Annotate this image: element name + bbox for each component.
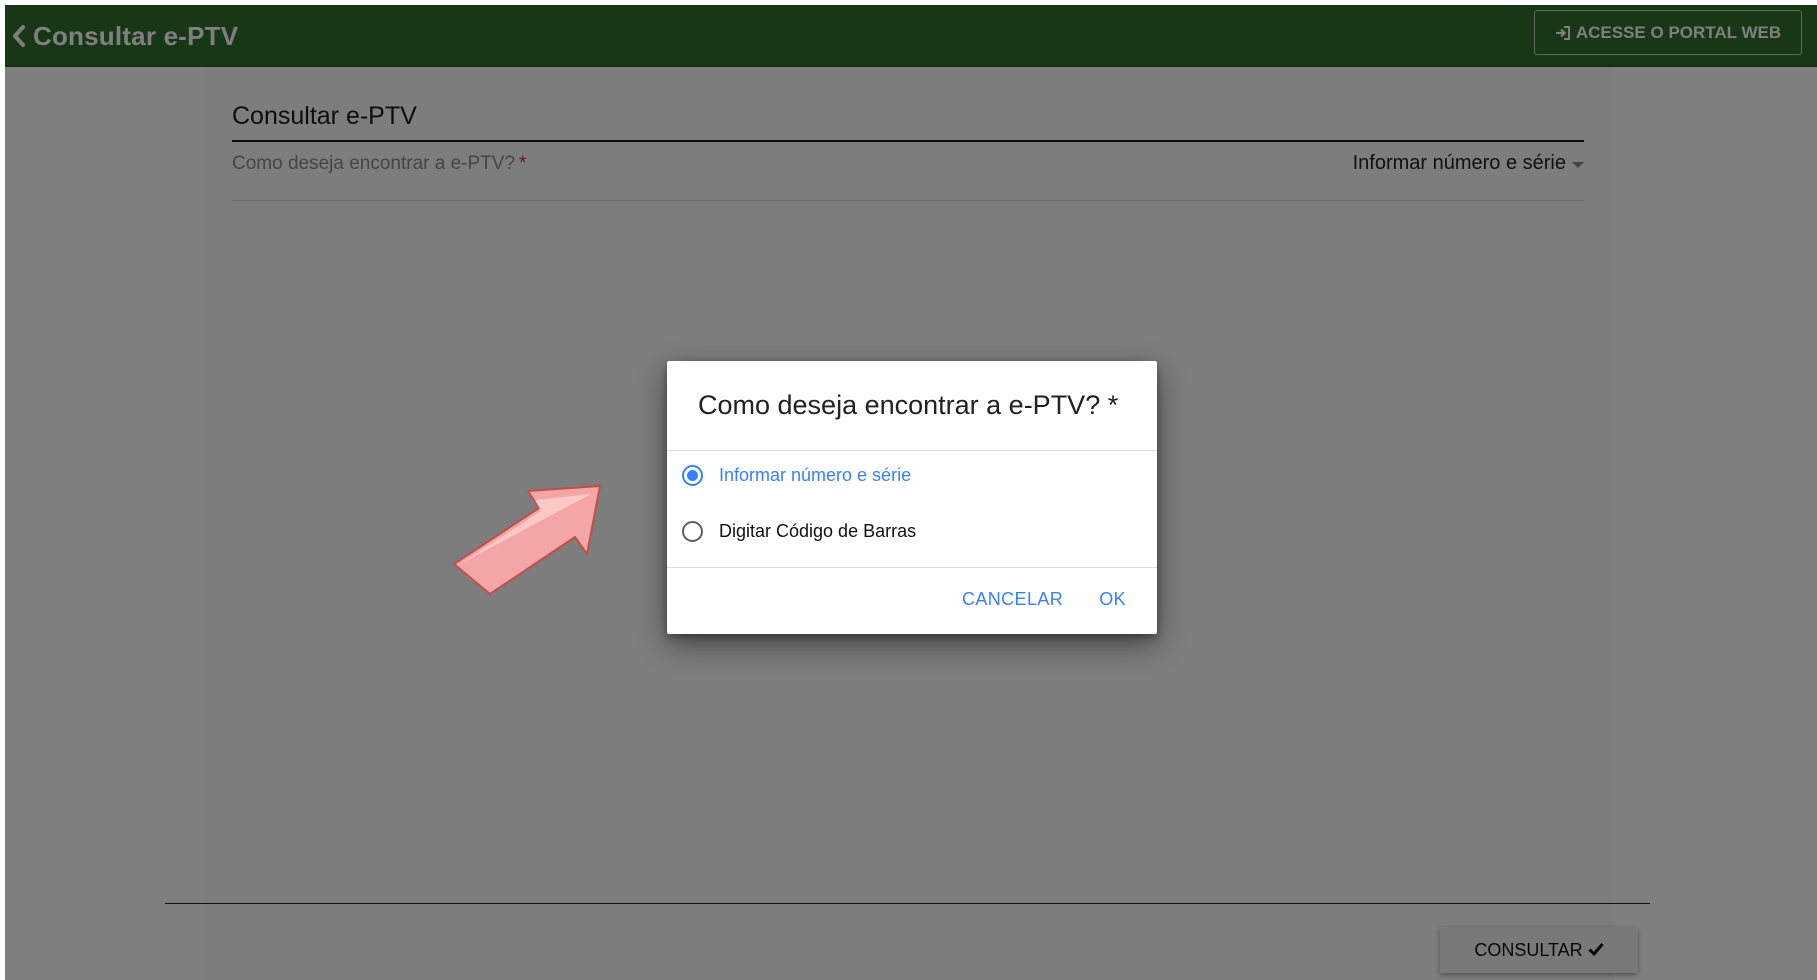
dialog-title: Como deseja encontrar a e-PTV? * [698, 390, 1119, 420]
option-numero-serie[interactable]: Informar número e série [682, 455, 1142, 495]
radio-checked-icon[interactable] [682, 464, 703, 486]
option-label: Informar número e série [719, 464, 912, 485]
radio-unchecked-icon[interactable] [682, 520, 703, 542]
cancel-button[interactable]: CANCELAR [962, 589, 1063, 610]
search-mode-dialog: Como deseja encontrar a e-PTV? * Informa… [667, 361, 1157, 634]
option-codigo-barras[interactable]: Digitar Código de Barras [682, 511, 1142, 551]
dialog-divider-top [667, 450, 1157, 451]
app-window: Consultar e-PTV ACESSE O PORTAL WEB Cons… [5, 5, 1817, 980]
dialog-divider-bottom [667, 567, 1157, 568]
pointer-arrow-icon [453, 485, 601, 595]
ok-button[interactable]: OK [1099, 589, 1126, 610]
dialog-actions: CANCELAR OK [962, 589, 1126, 610]
radio-dot [687, 469, 698, 481]
option-label: Digitar Código de Barras [719, 520, 917, 541]
